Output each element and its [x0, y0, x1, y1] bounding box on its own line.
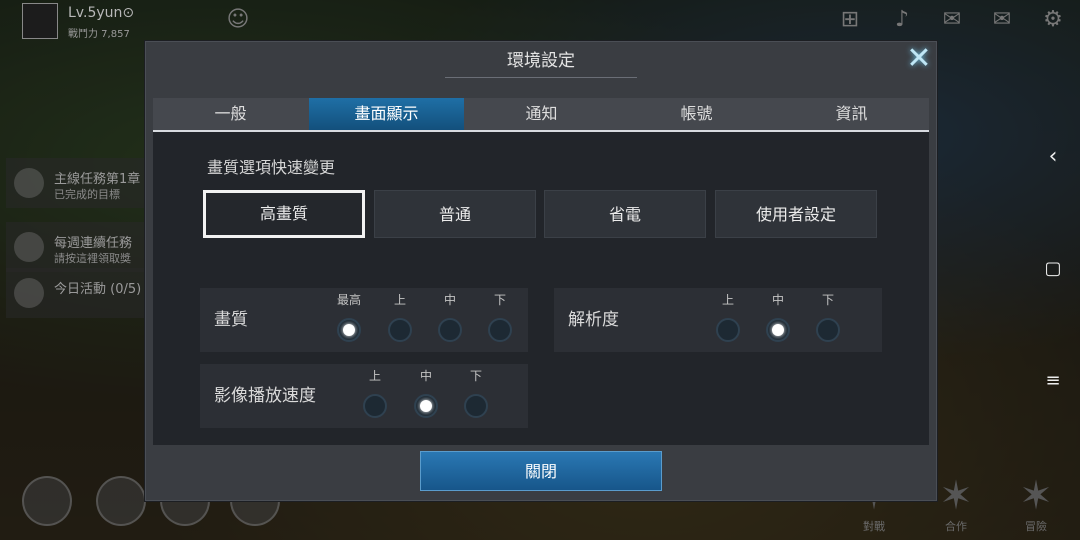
quality-radio-high[interactable]	[388, 318, 412, 342]
close-icon[interactable]: ✕	[905, 44, 933, 74]
playback-radio-low[interactable]	[464, 394, 488, 418]
quest-icon	[14, 168, 44, 198]
quality-option-label: 下	[493, 293, 506, 307]
quest-main[interactable]: 主線任務第1章 已完成的目標	[6, 158, 146, 208]
quest-icon	[14, 232, 44, 262]
playback-option-label: 下	[469, 369, 482, 383]
tab-account[interactable]: 帳號	[619, 98, 774, 130]
home-icon[interactable]: ▢	[1026, 258, 1080, 279]
resolution-radio-low[interactable]	[816, 318, 840, 342]
tab-notifications[interactable]: 通知	[464, 98, 619, 130]
player-level: Lv.5yun⊙	[68, 5, 135, 21]
quality-radio-low[interactable]	[488, 318, 512, 342]
menu-button[interactable]	[22, 476, 72, 526]
quality-label: 畫質	[214, 310, 248, 330]
player-power: 戰鬥力 7,857	[68, 29, 130, 40]
quest-sub: 請按這裡領取獎	[54, 252, 131, 265]
close-button[interactable]: 關閉	[420, 451, 662, 491]
settings-dialog: 環境設定 ✕ 一般 畫面顯示 通知 帳號 資訊 畫質選項快速變更 高畫質 普通 …	[144, 40, 938, 502]
quality-option-label: 中	[443, 293, 456, 307]
battle-label: 對戰	[863, 520, 885, 533]
tab-general[interactable]: 一般	[153, 98, 308, 130]
profile-icon[interactable]: ☺	[223, 6, 253, 34]
friends-button[interactable]	[96, 476, 146, 526]
tab-display[interactable]: 畫面顯示	[309, 98, 464, 130]
resolution-radio-medium[interactable]	[766, 318, 790, 342]
resolution-setting: 解析度 上 中 下	[554, 288, 882, 352]
playback-speed-setting: 影像播放速度 上 中 下	[200, 364, 528, 428]
gamepad-icon[interactable]: ⊞	[835, 6, 865, 34]
playback-speed-label: 影像播放速度	[214, 386, 316, 406]
chat-icon[interactable]: ✉	[937, 6, 967, 34]
resolution-radio-high[interactable]	[716, 318, 740, 342]
preset-power-saving[interactable]: 省電	[544, 190, 706, 238]
player-avatar[interactable]	[22, 3, 58, 39]
playback-option-label: 中	[419, 369, 432, 383]
display-settings-panel: 畫質選項快速變更 高畫質 普通 省電 使用者設定 畫質 最高 上 中 下 解析度…	[153, 132, 929, 445]
android-nav-bar: ‹ ▢ ≡	[1026, 0, 1080, 540]
back-icon[interactable]: ‹	[1026, 144, 1080, 169]
playback-radio-medium[interactable]	[414, 394, 438, 418]
quality-radio-highest[interactable]	[337, 318, 361, 342]
tab-info[interactable]: 資訊	[774, 98, 929, 130]
dialog-title: 環境設定	[507, 51, 575, 71]
resolution-option-label: 下	[821, 293, 834, 307]
mail-icon[interactable]: ✉	[987, 6, 1017, 34]
quest-title: 每週連續任務	[54, 236, 133, 251]
quality-radio-medium[interactable]	[438, 318, 462, 342]
event-icon	[14, 278, 44, 308]
coop-label: 合作	[945, 520, 967, 533]
quest-title: 今日活動 (0/5)	[54, 282, 142, 297]
playback-option-label: 上	[368, 369, 381, 383]
resolution-label: 解析度	[568, 310, 619, 330]
recents-icon[interactable]: ≡	[1026, 370, 1080, 391]
preset-custom[interactable]: 使用者設定	[715, 190, 877, 238]
preset-high-quality[interactable]: 高畫質	[203, 190, 365, 238]
quest-title: 主線任務第1章	[54, 172, 141, 187]
bell-icon[interactable]: ♪	[887, 6, 917, 34]
quality-setting: 畫質 最高 上 中 下	[200, 288, 528, 352]
resolution-option-label: 中	[771, 293, 784, 307]
preset-normal[interactable]: 普通	[374, 190, 536, 238]
quest-sub: 已完成的目標	[54, 188, 120, 201]
title-divider	[445, 77, 637, 78]
settings-tabs: 一般 畫面顯示 通知 帳號 資訊	[153, 98, 929, 132]
resolution-option-label: 上	[721, 293, 734, 307]
quick-change-title: 畫質選項快速變更	[207, 158, 336, 177]
quality-option-label: 上	[393, 293, 406, 307]
top-hud: Lv.5yun⊙ 戰鬥力 7,857 ☺ ⊞ ♪ ✉ ✉ ⚙	[0, 0, 1080, 40]
quest-daily[interactable]: 今日活動 (0/5)	[6, 268, 146, 318]
quality-option-label: 最高	[336, 293, 361, 307]
quest-weekly[interactable]: 每週連續任務 請按這裡領取獎	[6, 222, 146, 272]
playback-radio-high[interactable]	[363, 394, 387, 418]
